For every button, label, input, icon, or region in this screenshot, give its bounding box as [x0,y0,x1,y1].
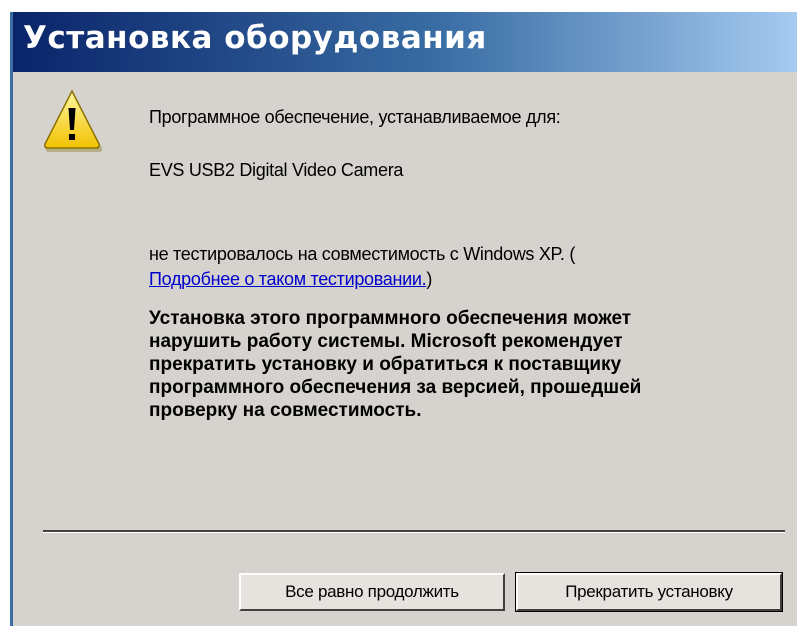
warning-line: нарушить работу системы. Microsoft реком… [149,331,623,352]
hardware-installation-dialog: Установка оборудования Программное обесп… [10,12,797,626]
warning-icon [44,89,103,152]
device-name: EVS USB2 Digital Video Camera [149,160,404,180]
title-bar[interactable]: Установка оборудования [13,12,797,72]
dialog-title: Установка оборудования [23,20,487,56]
warning-line: проверку на совместимость. [149,400,422,421]
compatibility-text: не тестировалось на совместимость с Wind… [149,244,576,264]
compatibility-link-line: Подробнее о таком тестировании.) [149,269,432,290]
software-for-text: Программное обеспечение, устанавливаемое… [149,107,561,127]
continue-anyway-button[interactable]: Все равно продолжить [239,573,505,611]
warning-line: программного обеспечения за версией, про… [149,377,642,398]
warning-message: Установка этого программного обеспечения… [149,307,789,422]
warning-line: прекратить установку и обратиться к пост… [149,354,622,375]
stop-installation-button[interactable]: Прекратить установку [515,572,783,612]
testing-info-link[interactable]: Подробнее о таком тестировании. [149,269,427,289]
separator [43,530,785,533]
link-close-paren: ) [426,269,433,289]
warning-line: Установка этого программного обеспечения… [149,308,632,329]
